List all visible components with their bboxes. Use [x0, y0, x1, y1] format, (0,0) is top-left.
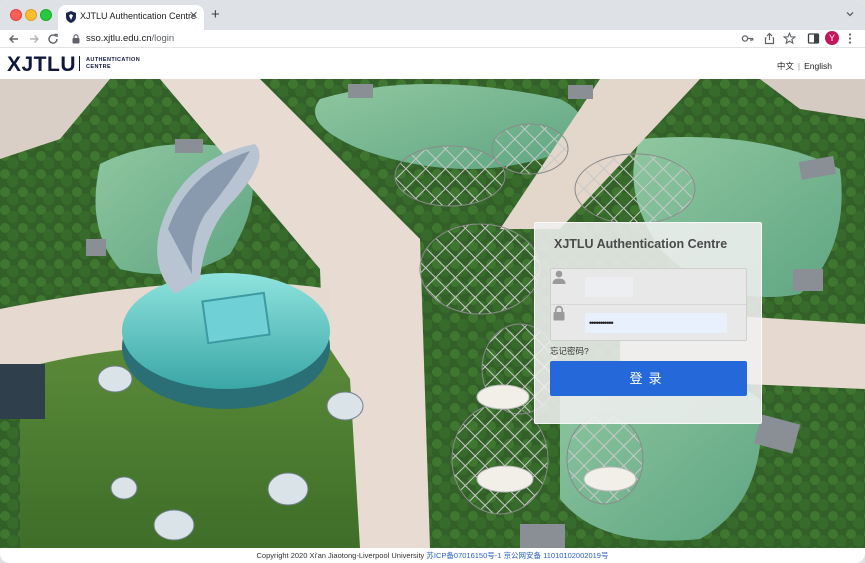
shield-icon — [66, 11, 76, 23]
logo-subtitle-line1: AUTHENTICATION — [86, 57, 141, 63]
icp-link[interactable]: 苏ICP备07016150号-1 — [426, 551, 501, 560]
padlock-icon — [553, 305, 565, 321]
minimize-window-button[interactable] — [25, 9, 37, 21]
login-title: XJTLU Authentication Centre — [554, 237, 728, 251]
username-input[interactable] — [585, 277, 735, 297]
share-icon[interactable] — [763, 32, 776, 45]
star-icon[interactable] — [783, 32, 796, 45]
browser-toolbar: sso.xjtlu.edu.cn/login Y — [0, 30, 865, 48]
browser-window: XJTLU Authentication Centre ✕ + sso.xjtl… — [0, 0, 865, 563]
username-row — [551, 269, 746, 305]
site-footer: Copyright 2020 Xi'an Jiaotong-Liverpool … — [0, 548, 865, 563]
lang-english-link[interactable]: English — [804, 61, 832, 71]
login-button[interactable]: 登录 — [550, 361, 747, 396]
user-icon — [552, 270, 566, 284]
login-fields: ••••••••••• — [550, 268, 747, 341]
password-input[interactable]: ••••••••••• — [585, 313, 735, 333]
back-icon[interactable] — [7, 32, 21, 46]
police-record-link[interactable]: 京公网安备 11010102002019号 — [504, 551, 609, 560]
logo-divider — [79, 56, 80, 71]
xjtlu-logo[interactable]: XJTLU — [7, 53, 76, 77]
lang-separator: | — [797, 61, 801, 71]
hero-background: XJTLU Authentication Centre ••••••••••• … — [0, 79, 865, 548]
forgot-password-link[interactable]: 忘记密码? — [550, 345, 589, 357]
address-bar[interactable]: sso.xjtlu.edu.cn/login — [64, 31, 799, 48]
logo-subtitle: AUTHENTICATION CENTRE — [86, 57, 140, 70]
tab-title: XJTLU Authentication Centre — [80, 11, 197, 21]
close-window-button[interactable] — [10, 9, 22, 21]
tab-strip: XJTLU Authentication Centre ✕ + — [0, 0, 865, 30]
kebab-menu-icon[interactable] — [846, 32, 854, 45]
url-text: sso.xjtlu.edu.cn/login — [86, 33, 174, 44]
profile-avatar[interactable]: Y — [825, 31, 839, 45]
maximize-window-button[interactable] — [40, 9, 52, 21]
forward-icon[interactable] — [27, 32, 41, 46]
logo-subtitle-line2: CENTRE — [86, 63, 112, 70]
login-card: XJTLU Authentication Centre ••••••••••• … — [534, 222, 762, 424]
password-row: ••••••••••• — [551, 305, 746, 341]
browser-tab[interactable]: XJTLU Authentication Centre ✕ — [58, 5, 204, 30]
reload-icon[interactable] — [46, 32, 60, 46]
copyright-text: Copyright 2020 Xi'an Jiaotong-Liverpool … — [256, 551, 425, 560]
lock-icon[interactable] — [72, 34, 80, 44]
lang-chinese-link[interactable]: 中文 — [777, 61, 794, 71]
close-tab-icon[interactable]: ✕ — [189, 9, 198, 23]
tab-search-icon[interactable] — [845, 9, 855, 19]
side-panel-icon[interactable] — [807, 32, 820, 45]
key-icon[interactable] — [741, 32, 754, 45]
new-tab-button[interactable]: + — [211, 6, 220, 24]
url-path: /login — [151, 33, 175, 44]
language-switcher: 中文 | English — [777, 60, 832, 72]
site-header: XJTLU AUTHENTICATION CENTRE 中文 | English — [0, 49, 865, 79]
url-host: sso.xjtlu.edu.cn — [86, 33, 152, 44]
